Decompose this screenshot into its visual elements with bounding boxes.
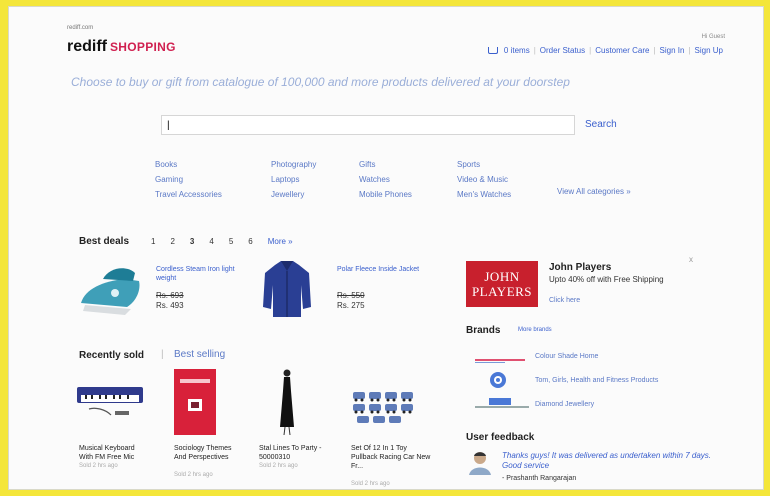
sold-item-name[interactable]: Set Of 12 In 1 Toy Pullback Racing Car N… — [351, 444, 431, 471]
steam-iron-image[interactable] — [75, 259, 147, 326]
promo-offer: Upto 40% off with Free Shipping — [549, 275, 664, 284]
category-link[interactable]: Books — [155, 157, 222, 172]
sold-item-name[interactable]: Musical Keyboard With FM Free Mic — [79, 444, 149, 462]
deal-old-price: Rs. 550 — [337, 291, 365, 300]
brand-link[interactable]: Colour Shade Home — [535, 353, 598, 360]
promo-link[interactable]: Click here — [549, 297, 580, 304]
category-link[interactable]: Laptops — [271, 172, 316, 187]
logo-rediff: rediff — [67, 38, 107, 55]
page-link-3[interactable]: 3 — [190, 237, 194, 246]
sold-item-time: Sold 2 hrs ago — [351, 481, 390, 487]
sold-item-name[interactable]: Sociology Themes And Perspectives — [174, 444, 244, 462]
page-link-6[interactable]: 6 — [248, 237, 252, 246]
category-column-4: Sports Video & Music Men's Watches — [457, 157, 511, 202]
tab-separator: | — [161, 349, 164, 360]
category-link[interactable]: Gifts — [359, 157, 412, 172]
close-icon[interactable]: x — [689, 255, 693, 264]
category-link[interactable]: Photography — [271, 157, 316, 172]
deal-new-price: Rs. 493 — [156, 301, 184, 310]
feedback-quote: Thanks guys! It was delivered as underta… — [502, 451, 711, 470]
brand-logo-icon[interactable] — [489, 371, 507, 394]
category-link[interactable]: Video & Music — [457, 172, 511, 187]
page-link-4[interactable]: 4 — [209, 237, 213, 246]
deal-item-name[interactable]: Cordless Steam Iron light weight — [156, 265, 252, 283]
dress-image[interactable] — [277, 369, 297, 440]
category-link[interactable]: Travel Accessories — [155, 187, 222, 202]
page-link-1[interactable]: 1 — [151, 237, 155, 246]
sign-in-link[interactable]: Sign In — [660, 46, 685, 55]
category-link[interactable]: Men's Watches — [457, 187, 511, 202]
brand-link[interactable]: Tom, Girls, Health and Fitness Products — [535, 377, 658, 384]
site-logo[interactable]: rediff SHOPPING — [67, 38, 176, 56]
order-status-link[interactable]: Order Status — [540, 46, 585, 55]
best-deals-pager: 1 2 3 4 5 6 More » — [151, 237, 293, 246]
search-button[interactable]: Search — [585, 119, 617, 130]
category-link[interactable]: Jewellery — [271, 187, 316, 202]
category-column-3: Gifts Watches Mobile Phones — [359, 157, 412, 202]
search-input[interactable] — [161, 115, 575, 135]
top-nav: 0 items | Order Status | Customer Care |… — [487, 46, 723, 55]
recently-sold-title[interactable]: Recently sold — [79, 350, 144, 361]
category-link[interactable]: Sports — [457, 157, 511, 172]
user-avatar-icon — [467, 449, 493, 480]
deal-new-price: Rs. 275 — [337, 301, 365, 310]
logo-subtext: rediff.com — [67, 25, 94, 31]
more-brands-link[interactable]: More brands — [518, 327, 552, 333]
page-link-5[interactable]: 5 — [229, 237, 233, 246]
feedback-author: - Prashanth Rangarajan — [502, 475, 577, 482]
sold-item-time: Sold 2 hrs ago — [79, 463, 118, 469]
category-link[interactable]: Mobile Phones — [359, 187, 412, 202]
sign-up-link[interactable]: Sign Up — [695, 46, 723, 55]
page-link-2[interactable]: 2 — [170, 237, 174, 246]
book-image[interactable] — [174, 369, 218, 440]
best-deals-title: Best deals — [79, 236, 130, 247]
greeting-text: Hi Guest — [701, 34, 725, 40]
category-link[interactable]: Watches — [359, 172, 412, 187]
brand-logo-icon[interactable] — [475, 397, 529, 415]
sold-item-name[interactable]: Stal Lines To Party - 50000310 — [259, 444, 339, 462]
jacket-image[interactable] — [261, 259, 313, 324]
view-all-categories-link[interactable]: View All categories » — [557, 187, 631, 196]
best-selling-tab[interactable]: Best selling — [174, 349, 225, 360]
deal-old-price: Rs. 693 — [156, 291, 184, 300]
toy-cars-image[interactable] — [351, 390, 417, 435]
user-feedback-title: User feedback — [466, 432, 535, 443]
sold-item-time: Sold 2 hrs ago — [174, 472, 213, 478]
category-link[interactable]: Gaming — [155, 172, 222, 187]
more-deals-link[interactable]: More » — [268, 237, 293, 246]
category-column-2: Photography Laptops Jewellery — [271, 157, 316, 202]
promo-title: John Players — [549, 262, 612, 273]
cart-icon[interactable] — [487, 47, 498, 54]
customer-care-link[interactable]: Customer Care — [595, 46, 649, 55]
cart-items-link[interactable]: 0 items — [504, 46, 530, 55]
brand-logo-icon[interactable] — [475, 352, 525, 370]
tagline: Choose to buy or gift from catalogue of … — [71, 75, 570, 89]
brand-link[interactable]: Diamond Jewellery — [535, 401, 594, 408]
deal-item-name[interactable]: Polar Fleece Inside Jacket — [337, 265, 433, 274]
page-frame: rediff.com rediff SHOPPING Hi Guest 0 ite… — [8, 6, 764, 490]
john-players-logo[interactable]: JOHN PLAYERS — [466, 261, 538, 307]
logo-shopping: SHOPPING — [110, 40, 176, 54]
category-column-1: Books Gaming Travel Accessories — [155, 157, 222, 202]
sold-item-time: Sold 2 hrs ago — [259, 463, 298, 469]
keyboard-image[interactable] — [75, 381, 145, 426]
brands-title: Brands — [466, 325, 501, 336]
